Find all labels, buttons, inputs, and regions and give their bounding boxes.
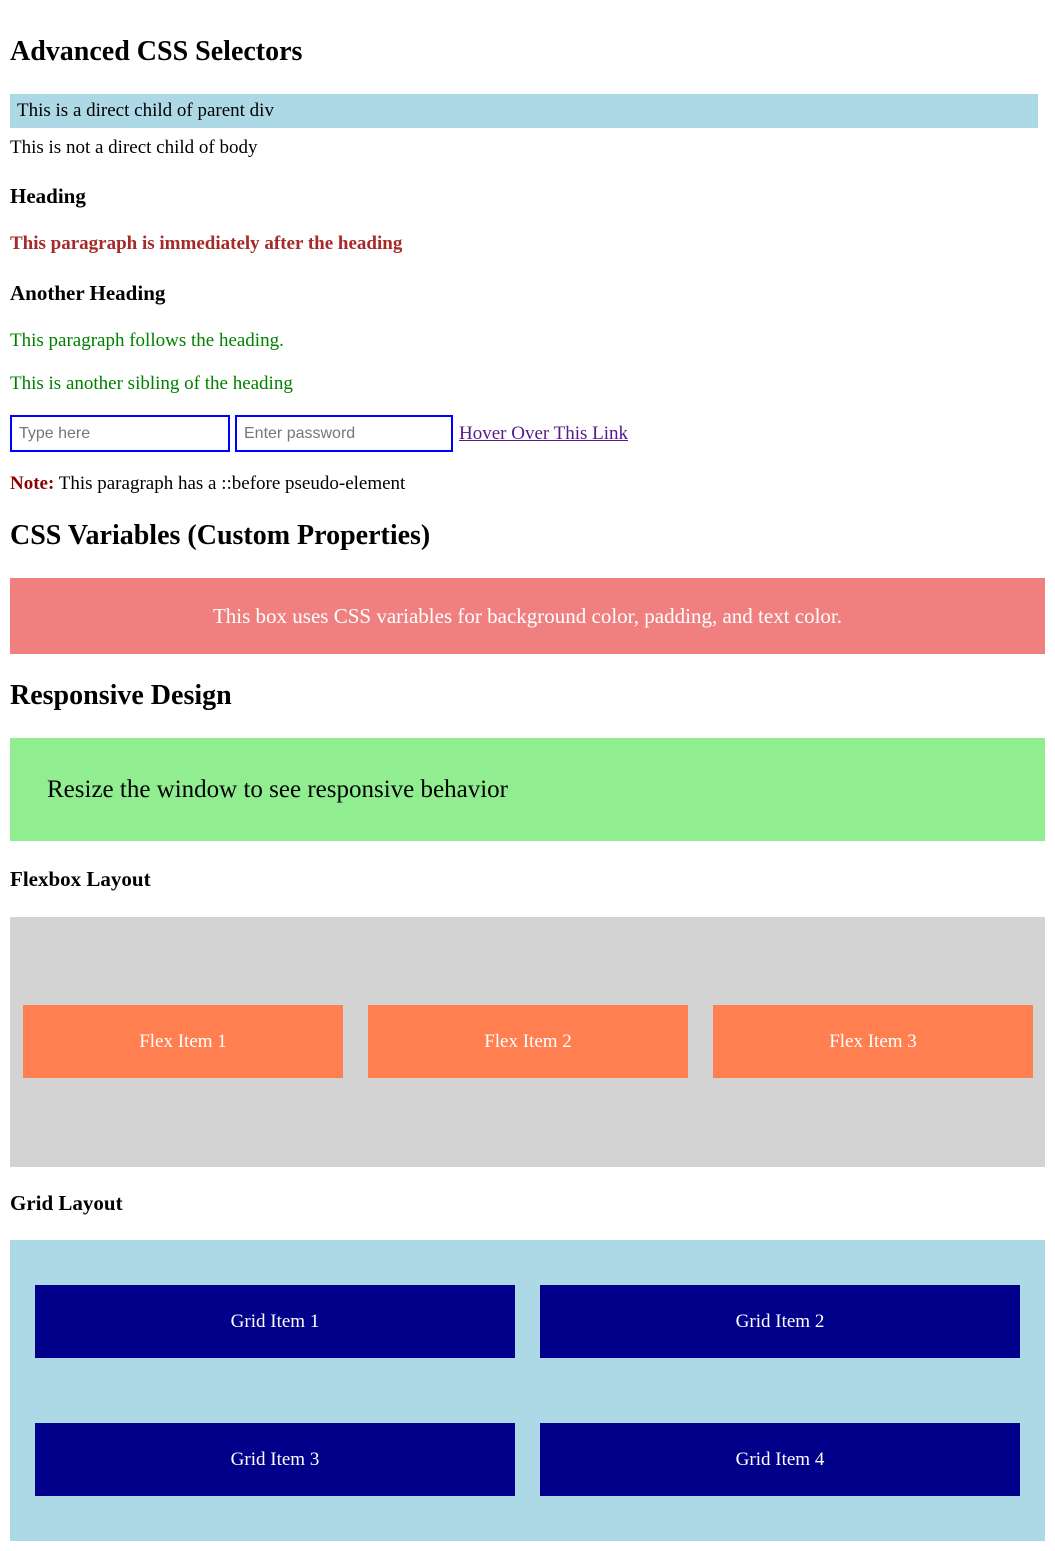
sibling-paragraph-2: This is another sibling of the heading	[10, 373, 293, 394]
flexbox-title: Flexbox Layout	[10, 867, 151, 891]
note-text: This paragraph has a ::before pseudo-ele…	[54, 473, 406, 494]
variables-box: This box uses CSS variables for backgrou…	[10, 578, 1045, 654]
password-input[interactable]	[235, 415, 453, 452]
inputs-row: Hover Over This Link	[10, 415, 628, 452]
variables-title: CSS Variables (Custom Properties)	[10, 520, 431, 551]
adjacent-paragraph: This paragraph is immediately after the …	[10, 233, 403, 254]
direct-child-box: This is a direct child of parent div	[10, 94, 1038, 128]
grid-item: Grid Item 2	[540, 1285, 1020, 1358]
heading-2: Another Heading	[10, 281, 166, 305]
flex-item: Flex Item 1	[23, 1005, 343, 1078]
hover-link[interactable]: Hover Over This Link	[459, 423, 628, 445]
grid-item: Grid Item 1	[35, 1285, 515, 1358]
text-input[interactable]	[10, 415, 230, 452]
grid-item: Grid Item 4	[540, 1423, 1020, 1496]
grid-title: Grid Layout	[10, 1191, 123, 1215]
flex-item: Flex Item 2	[368, 1005, 688, 1078]
sibling-paragraph-1: This paragraph follows the heading.	[10, 330, 284, 351]
grid-item: Grid Item 3	[35, 1423, 515, 1496]
heading-1: Heading	[10, 184, 86, 208]
responsive-title: Responsive Design	[10, 680, 232, 711]
flex-container: Flex Item 1 Flex Item 2 Flex Item 3	[10, 917, 1045, 1167]
note-label: Note:	[10, 473, 55, 494]
selectors-title: Advanced CSS Selectors	[10, 36, 303, 67]
grid-container: Grid Item 1 Grid Item 2 Grid Item 3 Grid…	[10, 1240, 1045, 1541]
responsive-box: Resize the window to see responsive beha…	[10, 738, 1045, 841]
not-direct-child-text: This is not a direct child of body	[10, 137, 258, 158]
note-paragraph: Note: This paragraph has a ::before pseu…	[10, 473, 405, 495]
flex-item: Flex Item 3	[713, 1005, 1033, 1078]
